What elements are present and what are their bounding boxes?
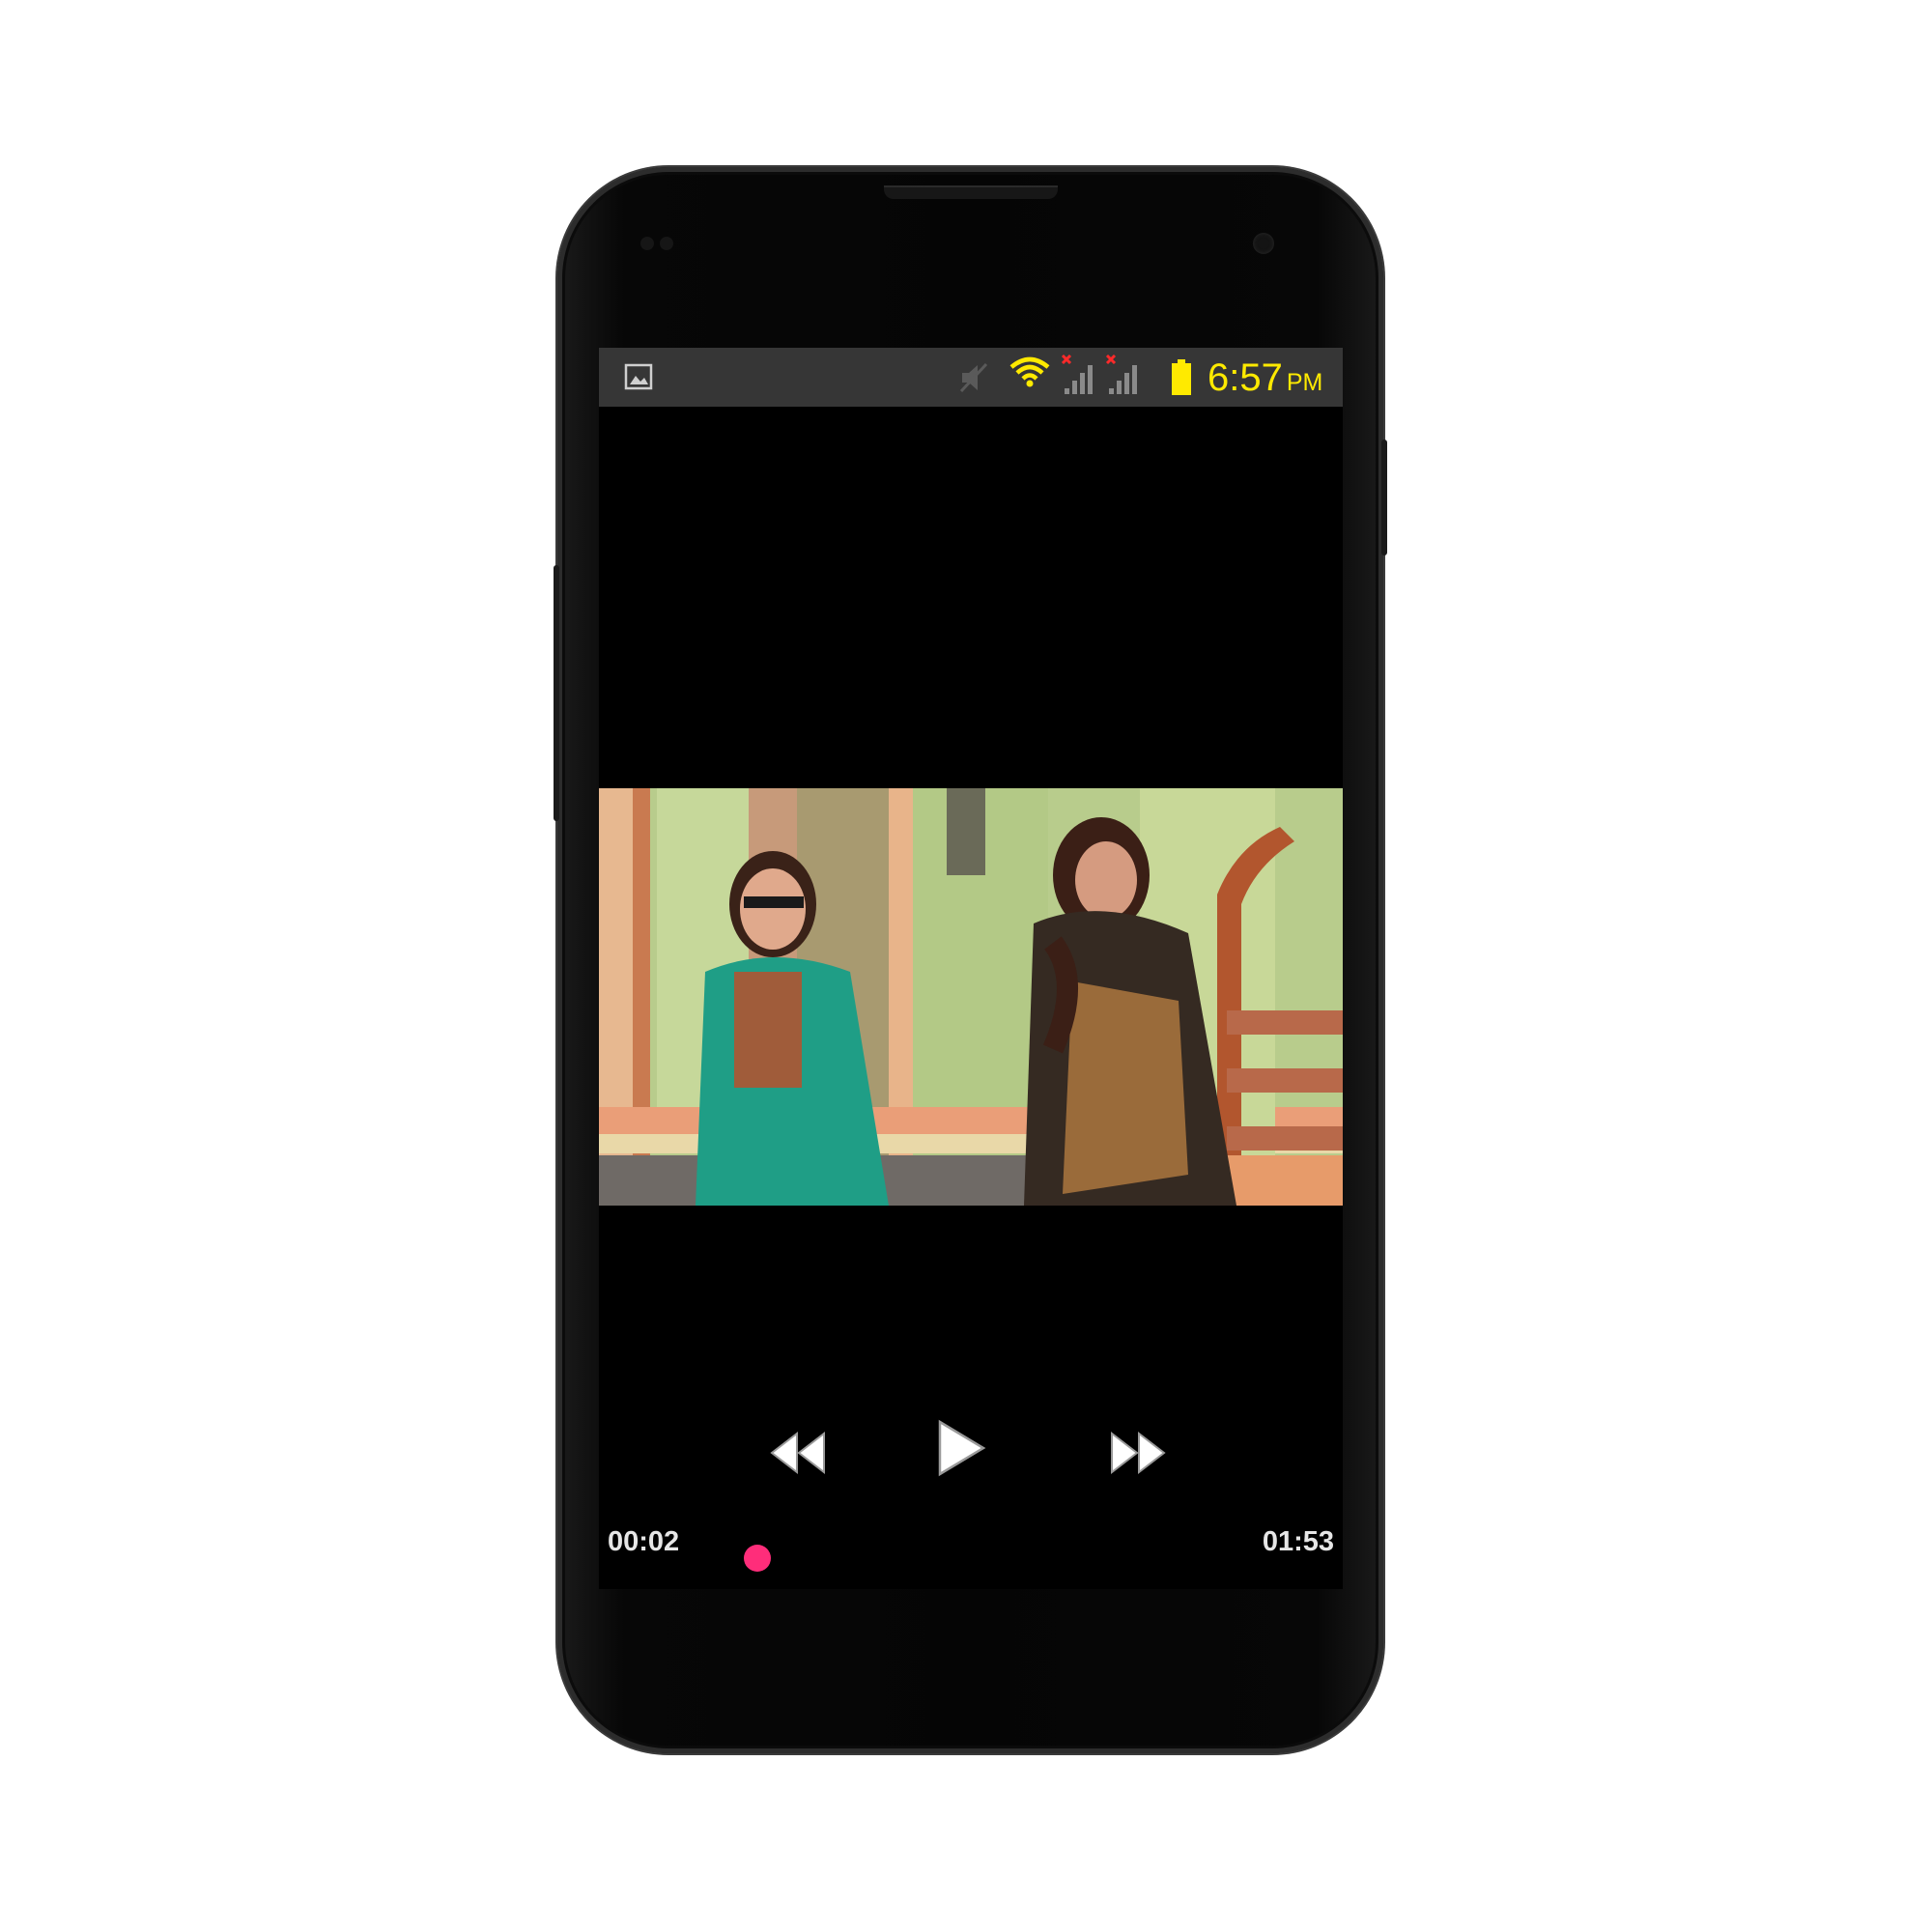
front-camera [1253, 233, 1274, 254]
wifi-icon [1009, 356, 1050, 387]
power-button [1381, 440, 1387, 555]
rewind-button[interactable] [768, 1430, 828, 1476]
current-time: 00:02 [608, 1526, 680, 1557]
seek-thumb[interactable] [744, 1545, 771, 1572]
battery-icon [1172, 359, 1191, 395]
phone-screen: 6:57 PM 00:02 01:53 [599, 348, 1343, 1589]
signal-2-icon [1105, 354, 1137, 394]
video-frame[interactable] [599, 788, 1343, 1206]
mute-icon [959, 362, 988, 393]
proximity-sensors [640, 237, 679, 255]
clock-ampm: PM [1286, 369, 1323, 396]
clock-time: 6:57 [1208, 356, 1283, 399]
volume-button [554, 565, 559, 821]
seek-bar[interactable] [734, 1545, 1227, 1572]
status-clock: 6:57 PM [1208, 355, 1322, 405]
status-bar: 6:57 PM [599, 348, 1343, 407]
gallery-notification-icon [624, 363, 653, 390]
play-button[interactable] [935, 1418, 987, 1478]
earpiece-speaker [884, 185, 1058, 199]
signal-1-icon [1061, 354, 1093, 394]
fast-forward-button[interactable] [1108, 1430, 1168, 1476]
total-time: 01:53 [1262, 1526, 1334, 1557]
